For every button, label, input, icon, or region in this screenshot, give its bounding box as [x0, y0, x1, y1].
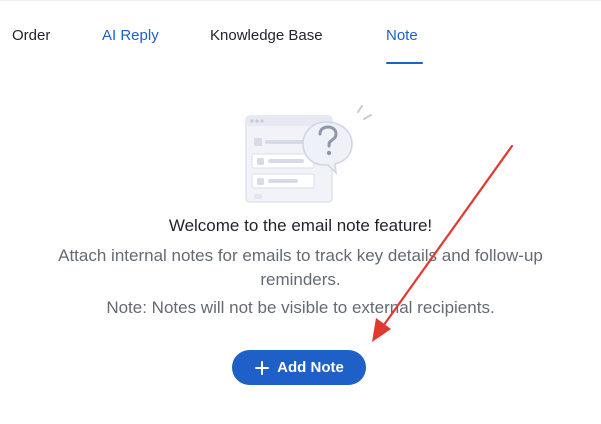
plus-icon	[255, 360, 270, 375]
empty-state-note: Note: Notes will not be visible to exter…	[106, 298, 495, 317]
empty-state-title: Welcome to the email note feature!	[168, 216, 433, 235]
tab-note[interactable]: Note	[386, 27, 418, 45]
add-note-label: Add Note	[277, 359, 344, 376]
add-note-button[interactable]: Add Note	[232, 350, 366, 385]
tab-ai-reply[interactable]: AI Reply	[102, 27, 159, 45]
tab-knowledge-base[interactable]: Knowledge Base	[210, 27, 323, 45]
tab-order[interactable]: Order	[12, 27, 50, 45]
question-bubble-illustration	[245, 105, 372, 203]
empty-state-description: Attach internal notes for emails to trac…	[58, 246, 543, 289]
active-tab-indicator	[386, 62, 423, 64]
tab-bar: Order AI Reply Knowledge Base Note	[0, 0, 601, 64]
